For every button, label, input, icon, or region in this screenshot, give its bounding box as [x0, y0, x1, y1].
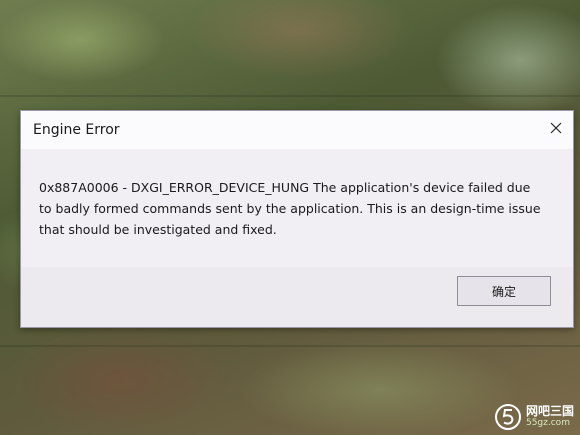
ok-button[interactable]: 确定: [457, 276, 551, 306]
dialog-title: Engine Error: [33, 122, 120, 138]
background-detail: [0, 345, 580, 347]
close-icon: [550, 122, 562, 134]
error-dialog: Engine Error 0x887A0006 - DXGI_ERROR_DEV…: [20, 110, 574, 328]
watermark-logo-icon: [494, 404, 521, 430]
background-detail: [0, 95, 580, 97]
watermark-text: 网吧三国 55gz.com: [526, 405, 574, 428]
watermark: 网吧三国 55gz.com: [494, 403, 574, 431]
dialog-titlebar: Engine Error: [21, 111, 573, 149]
error-message: 0x887A0006 - DXGI_ERROR_DEVICE_HUNG The …: [39, 180, 541, 237]
watermark-site: 55gz.com: [525, 417, 570, 428]
desktop-background: Engine Error 0x887A0006 - DXGI_ERROR_DEV…: [0, 0, 580, 435]
watermark-name: 网吧三国: [525, 404, 574, 419]
close-button[interactable]: [545, 117, 567, 139]
